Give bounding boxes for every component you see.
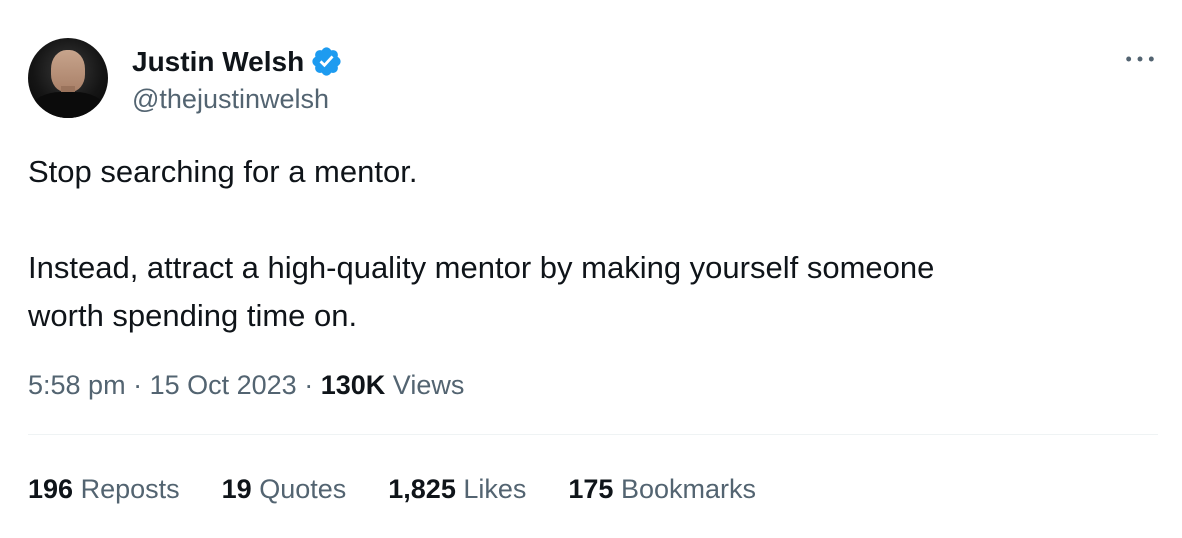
tweet-line: worth spending time on. [28,298,358,333]
views-count: 130K [320,370,386,400]
views-label: Views [392,370,465,400]
more-options-icon[interactable] [1122,48,1158,70]
tweet-meta: 5:58 pm · 15 Oct 2023 · 130K Views [28,364,1158,406]
bookmarks-count: 175 [568,474,614,504]
reposts-label: Reposts [80,474,180,504]
tweet-line: Instead, attract a high-quality mentor b… [28,250,935,285]
tweet-header: Justin Welsh @thejustinwelsh [28,38,1158,118]
quotes-count: 19 [221,474,252,504]
verified-badge-icon[interactable] [310,45,343,78]
tweet-date[interactable]: 15 Oct 2023 [150,370,297,400]
tweet-card: Justin Welsh @thejustinwelsh Stop search… [28,38,1158,509]
bookmarks-label: Bookmarks [620,474,757,504]
engagement-stats: 196 Reposts 19 Quotes 1,825 Likes 175 Bo… [28,469,1158,509]
reposts-count: 196 [28,474,74,504]
tweet-text: Stop searching for a mentor. Instead, at… [28,148,1158,340]
avatar-shirt [32,92,104,118]
avatar[interactable] [28,38,108,118]
display-name[interactable]: Justin Welsh [132,46,304,78]
quotes-stat[interactable]: 19 Quotes [222,469,347,509]
quotes-label: Quotes [259,474,347,504]
divider [28,434,1158,435]
likes-stat[interactable]: 1,825 Likes [388,469,526,509]
meta-separator: · [133,370,143,400]
tweet-time[interactable]: 5:58 pm [28,370,126,400]
reposts-stat[interactable]: 196 Reposts [28,469,180,509]
author-names: Justin Welsh @thejustinwelsh [132,42,343,115]
meta-separator: · [304,370,314,400]
likes-label: Likes [463,474,527,504]
author-handle[interactable]: @thejustinwelsh [132,84,343,115]
name-row: Justin Welsh [132,42,343,82]
tweet-line: Stop searching for a mentor. [28,154,418,189]
likes-count: 1,825 [388,474,456,504]
bookmarks-stat[interactable]: 175 Bookmarks [568,469,756,509]
